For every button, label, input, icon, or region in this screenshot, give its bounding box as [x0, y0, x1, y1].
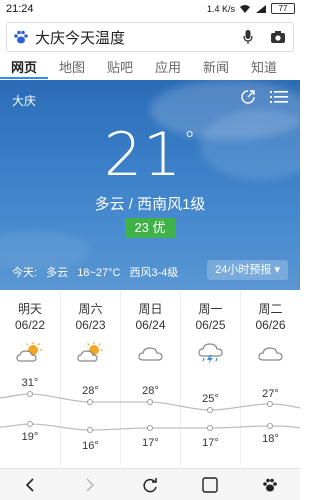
forecast-day[interactable]: 周六 06/23 28° 16° — [60, 290, 120, 465]
day-date: 06/23 — [75, 318, 106, 332]
day-high: 28° — [82, 385, 99, 397]
day-high: 28° — [142, 385, 159, 397]
day-high: 31° — [21, 377, 39, 389]
day-low: 16° — [82, 440, 99, 452]
baidu-paw-icon — [263, 478, 277, 491]
day-high: 25° — [202, 393, 219, 405]
day-low: 17° — [202, 437, 219, 449]
day-name: 明天 — [17, 302, 42, 316]
microphone-icon[interactable] — [233, 30, 263, 44]
tab-baike[interactable]: 百 — [288, 55, 300, 79]
refresh-icon — [143, 477, 157, 492]
today-range: 18~27°C — [77, 267, 121, 279]
tab-map[interactable]: 地图 — [48, 55, 96, 79]
battery-icon: 77 — [271, 3, 295, 14]
day-low: 18° — [262, 433, 279, 445]
current-condition: 多云 / 西南风1级 — [94, 196, 206, 213]
thunderstorm-icon — [198, 343, 223, 364]
camera-icon[interactable] — [263, 31, 293, 43]
tab-web[interactable]: 网页 — [0, 55, 48, 79]
day-date: 06/26 — [255, 318, 286, 332]
aqi-badge[interactable]: 23 优 — [125, 218, 175, 238]
city-name: 大庆 — [12, 94, 37, 108]
chevron-left-icon — [25, 477, 34, 492]
day-name: 周日 — [138, 302, 163, 316]
temperature-value: 21 — [103, 120, 183, 190]
signal-icon — [256, 4, 266, 13]
tab-news[interactable]: 新闻 — [192, 55, 240, 79]
status-bar: 21:24 1.4 K/s 77 — [0, 0, 300, 18]
hourly-forecast-button[interactable]: 24小时预报 ▾ — [207, 260, 288, 280]
degree-symbol: ° — [184, 128, 197, 153]
search-tabs: 网页 地图 贴吧 应用 新闻 知道 百 — [0, 55, 300, 79]
cloudy-icon — [138, 347, 163, 361]
day-low: 19° — [21, 431, 39, 443]
tab-zhidao[interactable]: 知道 — [240, 55, 288, 79]
tab-tieba[interactable]: 贴吧 — [96, 55, 144, 79]
today-summary: 今天: 多云 18~27°C 西风3-4级 — [12, 264, 178, 280]
today-label: 今天: — [12, 267, 38, 279]
chevron-right-icon — [86, 477, 95, 492]
browser-bottom-nav — [0, 468, 300, 500]
day-high: 27° — [262, 388, 279, 400]
baidu-paw-icon — [7, 29, 35, 45]
search-input[interactable]: 大庆今天温度 — [35, 27, 233, 48]
network-speed: 1.4 K/s — [206, 3, 235, 14]
wifi-icon — [240, 4, 250, 13]
day-name: 周二 — [258, 302, 283, 316]
day-name: 周六 — [78, 302, 103, 316]
menu-icon[interactable] — [270, 90, 288, 109]
day-date: 06/25 — [195, 318, 226, 332]
forecast-day[interactable]: 明天 06/22 31° 19° — [0, 290, 60, 465]
tabs-button[interactable] — [190, 471, 230, 499]
forecast-day[interactable]: 周日 06/24 28° 17° — [120, 290, 180, 465]
weather-card: 大庆 21° 多云 / 西南风1级 23 优 今天: 多云 18~27°C 西风… — [0, 80, 300, 290]
share-icon[interactable] — [240, 89, 256, 110]
forward-button[interactable] — [70, 471, 110, 499]
day-name: 周一 — [198, 302, 223, 316]
baidu-home-button[interactable] — [250, 471, 290, 499]
today-condition: 多云 — [46, 267, 69, 279]
status-time: 21:24 — [6, 3, 34, 15]
status-icons: 1.4 K/s 77 — [207, 3, 295, 14]
today-wind: 西风3-4级 — [129, 267, 179, 279]
back-button[interactable] — [10, 471, 50, 499]
day-date: 06/24 — [135, 318, 166, 332]
refresh-button[interactable] — [130, 471, 170, 499]
forecast-day[interactable]: 周一 06/25 25° 17° — [180, 290, 240, 465]
tabs-icon — [202, 476, 218, 493]
current-temperature: 21° — [0, 120, 300, 190]
partly-cloudy-icon — [16, 342, 42, 362]
partly-cloudy-icon — [77, 342, 103, 362]
forecast-day[interactable]: 周二 06/26 27° 18° — [240, 290, 300, 465]
day-date: 06/22 — [14, 318, 46, 332]
daily-forecast: 明天 06/22 31° 19° 周六 06/23 28° 16° 周日 06/… — [0, 290, 300, 465]
tab-apps[interactable]: 应用 — [144, 55, 192, 79]
day-low: 17° — [142, 437, 159, 449]
search-bar[interactable]: 大庆今天温度 — [6, 22, 294, 52]
cloudy-icon — [258, 347, 283, 361]
